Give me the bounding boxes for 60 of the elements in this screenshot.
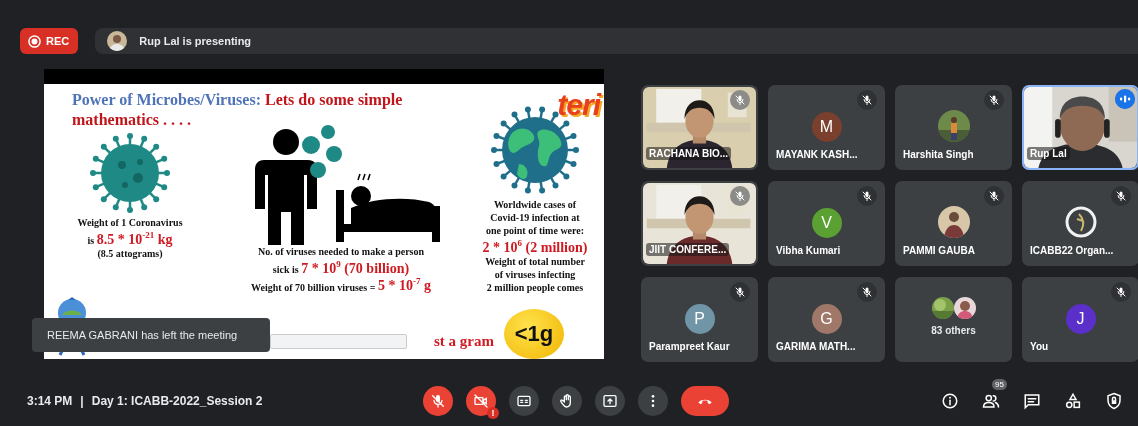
avatar: V [811,208,842,238]
participant-name: ICABB22 Organ... [1030,245,1114,256]
slide-text: (8.5 attograms) [97,247,163,260]
slide-text: one point of time were: [485,224,585,237]
camera-button[interactable]: ! [466,386,496,416]
slide-text: sick is 7 * 10$^{9}$ (70 billion) [272,258,410,276]
slide-title: Power of Microbes/Viruses: Lets do some simple mathematics . . . . [72,90,404,130]
slide-text: is 8.5 * 10$^{-21}$ kg [87,229,173,247]
slide-text: Weight of 1 Coronavirus [77,216,183,229]
shield-icon [1105,392,1123,410]
participant-name: Harshita Singh [903,149,974,160]
presenter-text: Rup Lal is presenting [139,35,252,47]
shapes-icon [1064,392,1082,410]
record-button[interactable]: REC [20,28,79,54]
participant-name: Rup Lal [1027,147,1070,160]
participant-name: MAYANK KASH... [776,149,858,160]
meeting-time: 3:14 PM [27,394,73,408]
participant-name: 83 others [931,325,976,336]
avatar: G [811,304,842,334]
info-icon [941,392,959,410]
raise-hand-button[interactable] [552,386,582,416]
avatar: M [811,112,842,142]
avatar: P [684,304,715,334]
slide-text: 2 million people comes [486,280,584,294]
slide-text: 2 * 10$^{6}$ (2 million) [482,237,588,255]
participant-name: Vibha Kumari [776,245,841,256]
participant-name: You [1030,341,1049,352]
participant-name: JIIT CONFERE... [646,243,730,256]
camera-off-icon [473,393,489,409]
notification: REEMA GABRANI has left the meeting [32,318,270,352]
present-icon [602,393,618,409]
participant-name: GARIMA MATH... [776,341,856,352]
microphone-button[interactable] [423,386,453,416]
people-icon [982,392,1000,410]
slide-text: st a gram [434,332,494,350]
mic-off-icon [430,393,446,409]
weight-badge: <1g [504,309,564,359]
logo: teri [557,90,600,123]
meeting-title: Day 1: ICABB-2022_Session 2 [91,394,263,408]
participant-name: Parampreet Kaur [649,341,730,352]
slide-text: of viruses infecting [494,267,576,281]
captions-button[interactable] [509,386,539,416]
participant-name: PAMMI GAUBA [903,245,976,256]
slide-text: Worldwide cases of [493,198,577,211]
more-button[interactable] [638,386,668,416]
separator: | [80,394,84,408]
slide-text: Weight of 70 billion viruses = 5 * 10$^{-7}$ g [251,276,431,294]
slide-text: Covid-19 infection at [490,211,580,224]
present-button[interactable] [595,386,625,416]
slide-text: Weight of total number [485,255,585,268]
alert-badge: ! [487,407,499,419]
leave-call-button[interactable] [681,386,729,416]
count-badge: 95 [992,379,1007,390]
participant-name: RACHANA BIO... [646,147,732,160]
avatar: J [1065,304,1096,334]
captions-icon [516,393,532,409]
emblem-icon [1064,206,1097,238]
slide-text: No. of viruses needed to make a person [257,245,425,258]
chat-icon [1023,392,1041,410]
record-icon [28,34,41,48]
